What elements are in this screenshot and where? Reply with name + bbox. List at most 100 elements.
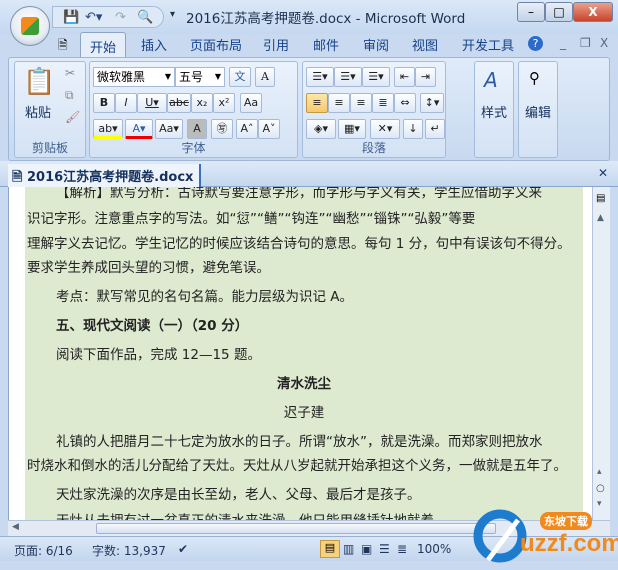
ribbon-minimize-icon[interactable]: _ [560, 36, 566, 50]
copy-icon[interactable]: ⧉ [65, 88, 74, 103]
shrink-font-button[interactable]: A˅ [258, 119, 280, 139]
superscript-button[interactable]: x² [213, 93, 235, 113]
proofing-icon[interactable]: ✔ [178, 542, 188, 556]
save-icon[interactable]: 💾 [63, 10, 79, 25]
show-marks-button[interactable]: ↵ [425, 119, 445, 139]
change-case-button[interactable]: Aa▾ [155, 119, 183, 139]
article-author: 迟子建 [283, 405, 325, 421]
title-bar: 💾 ↶▾ ↷ 🔍 ▾ 2016江苏高考押题卷.docx - Microsoft … [0, 0, 618, 34]
group-clipboard: 📋 粘贴 ✂ ⧉ 🖌 剪贴板 [14, 61, 86, 158]
group-font: 微软雅黑 ▼ 五号 ▼ 文 A B I U▾ abc x₂ x² Aa ab▾ A▾… [89, 61, 298, 158]
ribbon-restore-icon[interactable]: ❐ [580, 36, 591, 50]
tab-page-layout[interactable]: 页面布局 [190, 35, 242, 54]
maximize-button[interactable]: □ [545, 2, 573, 22]
horizontal-scroll-thumb[interactable] [96, 523, 496, 534]
scroll-up-icon[interactable]: ▲ [597, 213, 604, 223]
align-left-button[interactable]: ≡ [306, 93, 328, 113]
zoom-level[interactable]: 100% [417, 542, 451, 556]
line-spacing-button[interactable]: ↕▾ [420, 93, 444, 113]
document-area[interactable]: 【解析】默写分析：古诗默写要注意字形，而字形与字义有关，学生应借助字义来 识记字… [8, 187, 592, 520]
text-line: 阅读下面作品，完成 12—15 题。 [56, 347, 261, 363]
font-size-select[interactable]: 五号 ▼ [175, 67, 225, 87]
browse-object-icon[interactable]: ○ [596, 483, 605, 494]
underline-button[interactable]: U▾ [137, 93, 167, 113]
help-icon[interactable]: ? [528, 36, 543, 51]
tab-references[interactable]: 引用 [263, 35, 289, 54]
group-editing[interactable]: ⚲ 编辑 [518, 61, 558, 158]
previous-page-icon[interactable]: ▴ [597, 467, 602, 477]
document-tab-label: 2016江苏高考押题卷.docx [26, 170, 194, 185]
print-layout-view-icon[interactable]: ▤ [320, 540, 340, 558]
document-page[interactable]: 【解析】默写分析：古诗默写要注意字形，而字形与字义有关，学生应借助字义来 识记字… [25, 187, 583, 520]
document-tab[interactable]: 🗎 2016江苏高考押题卷.docx [8, 164, 202, 187]
increase-indent-button[interactable]: ⇥ [415, 67, 436, 87]
full-screen-reading-icon[interactable]: ▥ [343, 542, 354, 556]
tab-insert[interactable]: 插入 [141, 35, 167, 54]
editing-button[interactable]: 编辑 [525, 102, 551, 121]
bold-button[interactable]: B [93, 93, 115, 113]
subscript-button[interactable]: x₂ [191, 93, 213, 113]
character-border-button[interactable]: A [255, 67, 275, 87]
tab-review[interactable]: 审阅 [363, 35, 389, 54]
close-tab-icon[interactable]: ✕ [598, 166, 608, 180]
clear-formatting-button[interactable]: Aa [240, 93, 262, 113]
tab-mailings[interactable]: 邮件 [313, 35, 339, 54]
minimize-button[interactable]: – [517, 2, 545, 22]
phonetic-guide-button[interactable]: 文 [229, 67, 251, 87]
web-layout-icon[interactable]: ▣ [361, 542, 372, 556]
bullets-button[interactable]: ☰▾ [306, 67, 334, 87]
chinese-layout-button[interactable]: ✕▾ [370, 119, 400, 139]
section-heading: 五、现代文阅读（一）（20 分） [56, 318, 249, 334]
scroll-left-icon[interactable]: ◀ [12, 522, 19, 532]
undo-icon[interactable]: ↶▾ [85, 10, 102, 25]
tab-developer[interactable]: 开发工具 [462, 35, 514, 54]
font-name-select[interactable]: 微软雅黑 ▼ [93, 67, 175, 87]
enclose-characters-button[interactable]: ㊢ [211, 119, 233, 139]
watermark-sub: 东坡下载 [544, 515, 588, 528]
shading-button[interactable]: ◈▾ [306, 119, 336, 139]
paste-button[interactable]: 粘贴 [25, 102, 51, 121]
italic-button[interactable]: I [115, 93, 137, 113]
decrease-indent-button[interactable]: ⇤ [394, 67, 415, 87]
doc-close-icon[interactable]: X [600, 36, 608, 50]
justify-button[interactable]: ≣ [372, 93, 394, 113]
ribbon: 📋 粘贴 ✂ ⧉ 🖌 剪贴板 微软雅黑 ▼ 五号 ▼ 文 A B I U▾ abc … [8, 57, 610, 161]
page-count[interactable]: 页面: 6/16 [14, 542, 73, 559]
grow-font-button[interactable]: A˄ [236, 119, 258, 139]
sort-button[interactable]: ↓ [403, 119, 423, 139]
character-shading-button[interactable]: A [187, 119, 207, 139]
highlight-button[interactable]: ab▾ [93, 119, 123, 139]
cut-icon[interactable]: ✂ [65, 66, 75, 80]
text-line: 考点：默写常见的名句名篇。能力层级为识记 A。 [56, 289, 354, 305]
align-center-button[interactable]: ≡ [328, 93, 350, 113]
multilevel-list-button[interactable]: ☰▾ [362, 67, 390, 87]
vertical-scrollbar[interactable]: ▤ ▲ ▴ ○ ▾ [592, 187, 610, 520]
strikethrough-button[interactable]: abc [167, 93, 191, 113]
numbering-button[interactable]: ☰▾ [334, 67, 362, 87]
text-line: 要求学生养成回头望的习惯，避免笔误。 [27, 260, 270, 276]
tab-view[interactable]: 视图 [412, 35, 438, 54]
text-line: 【解析】默写分析：古诗默写要注意字形，而字形与字义有关，学生应借助字义来 [56, 187, 542, 201]
borders-button[interactable]: ▦▾ [338, 119, 366, 139]
font-color-button[interactable]: A▾ [125, 119, 153, 139]
outline-view-icon[interactable]: ☰ [379, 542, 390, 556]
office-logo-icon [21, 17, 39, 35]
close-button[interactable]: X [573, 2, 613, 22]
redo-icon[interactable]: ↷ [115, 10, 126, 25]
tab-home[interactable]: 开始 [80, 32, 127, 58]
word-doc-icon: 🗎 [58, 38, 68, 52]
word-count[interactable]: 字数: 13,937 [92, 542, 166, 559]
distributed-button[interactable]: ⇔ [394, 93, 416, 113]
group-styles[interactable]: A 样式 [474, 61, 514, 158]
align-right-button[interactable]: ≡ [350, 93, 372, 113]
format-painter-icon[interactable]: 🖌 [65, 110, 80, 124]
paste-icon[interactable]: 📋 [23, 67, 55, 97]
word-doc-icon: 🗎 [12, 170, 27, 185]
styles-button[interactable]: 样式 [481, 102, 507, 121]
office-button[interactable] [10, 6, 50, 46]
window-title: 2016江苏高考押题卷.docx - Microsoft Word [186, 11, 466, 27]
draft-view-icon[interactable]: ≣ [397, 542, 407, 556]
customize-qat-icon[interactable]: ▾ [170, 9, 175, 20]
ruler-toggle-icon[interactable]: ▤ [596, 193, 605, 204]
print-preview-icon[interactable]: 🔍 [137, 10, 153, 25]
